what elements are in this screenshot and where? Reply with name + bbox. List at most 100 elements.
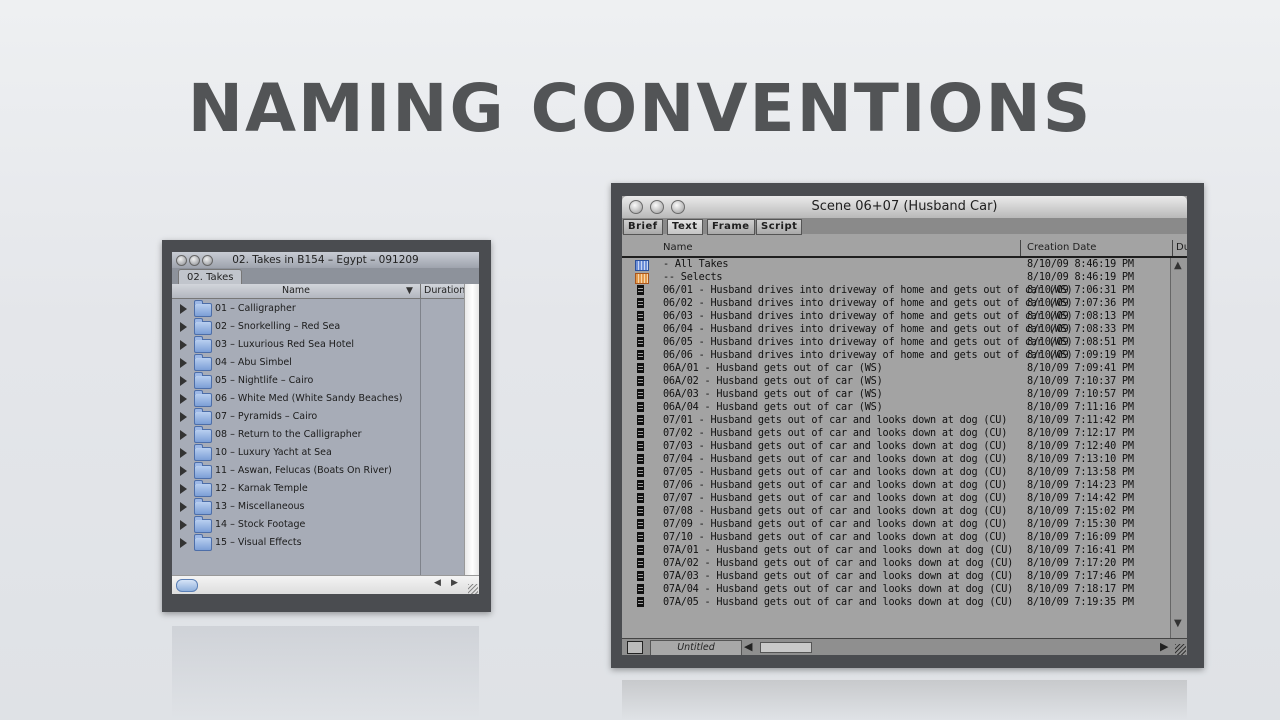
scene-window-titlebar[interactable]: Scene 06+07 (Husband Car) <box>622 196 1187 218</box>
table-row[interactable]: 07/08 - Husband gets out of car and look… <box>622 505 1170 518</box>
bin-list-item[interactable]: 15 – Visual Effects <box>172 534 420 552</box>
bin-list-item[interactable]: 14 – Stock Footage <box>172 516 420 534</box>
disclosure-triangle-icon[interactable] <box>180 358 187 368</box>
table-row[interactable]: 06/04 - Husband drives into driveway of … <box>622 323 1170 336</box>
tab-takes[interactable]: 02. Takes <box>178 269 243 285</box>
disclosure-triangle-icon[interactable] <box>180 520 187 530</box>
minimize-button[interactable] <box>650 200 664 214</box>
bin-list-item[interactable]: 12 – Karnak Temple <box>172 480 420 498</box>
clip-creation-date: 8/10/09 7:12:17 PM <box>1027 428 1134 439</box>
table-row[interactable]: 07/01 - Husband gets out of car and look… <box>622 414 1170 427</box>
disclosure-triangle-icon[interactable] <box>180 502 187 512</box>
tab-brief[interactable]: Brief <box>623 219 663 235</box>
disclosure-triangle-icon[interactable] <box>180 412 187 422</box>
table-row[interactable]: 06/01 - Husband drives into driveway of … <box>622 284 1170 297</box>
column-divider[interactable] <box>1020 240 1021 256</box>
table-row[interactable]: - All Takes 8/10/09 8:46:19 PM <box>622 258 1170 271</box>
disclosure-triangle-icon[interactable] <box>180 394 187 404</box>
column-header-name[interactable]: Name <box>172 284 421 298</box>
bin-list-item[interactable]: 03 – Luxurious Red Sea Hotel <box>172 336 420 354</box>
bin-item-label: 10 – Luxury Yacht at Sea <box>215 447 332 458</box>
table-row[interactable]: 06/03 - Husband drives into driveway of … <box>622 310 1170 323</box>
scroll-right-arrow-icon[interactable]: ▶ <box>451 578 458 588</box>
disclosure-triangle-icon[interactable] <box>180 484 187 494</box>
clip-icon <box>637 506 644 516</box>
scroll-down-arrow-icon[interactable]: ▼ <box>1174 618 1182 629</box>
column-divider[interactable] <box>1172 240 1173 256</box>
scroll-left-arrow-icon[interactable]: ◀ <box>434 578 441 588</box>
table-row[interactable]: 06A/04 - Husband gets out of car (WS) 8/1… <box>622 401 1170 414</box>
column-header-creation-date[interactable]: Creation Date <box>1027 240 1096 256</box>
resize-grip-icon[interactable] <box>1175 644 1186 655</box>
view-toggle-icon[interactable] <box>627 641 643 654</box>
bin-list-item[interactable]: 06 – White Med (White Sandy Beaches) <box>172 390 420 408</box>
table-row[interactable]: 07/10 - Husband gets out of car and look… <box>622 531 1170 544</box>
disclosure-triangle-icon[interactable] <box>180 430 187 440</box>
bin-window-titlebar[interactable]: 02. Takes in B154 – Egypt – 091209 <box>172 252 479 268</box>
vertical-scrollbar[interactable] <box>464 284 479 575</box>
bin-item-label: 14 – Stock Footage <box>215 519 306 530</box>
table-row[interactable]: 07/04 - Husband gets out of car and look… <box>622 453 1170 466</box>
column-header-name[interactable]: Name <box>663 240 693 256</box>
table-row[interactable]: 06A/01 - Husband gets out of car (WS) 8/1… <box>622 362 1170 375</box>
disclosure-triangle-icon[interactable] <box>180 376 187 386</box>
table-row[interactable]: 07A/02 - Husband gets out of car and loo… <box>622 557 1170 570</box>
resize-grip-icon[interactable] <box>468 584 478 594</box>
close-button[interactable] <box>629 200 643 214</box>
bin-list-item[interactable]: 02 – Snorkelling – Red Sea <box>172 318 420 336</box>
table-row[interactable]: 06/06 - Husband drives into driveway of … <box>622 349 1170 362</box>
table-row[interactable]: 07/09 - Husband gets out of car and look… <box>622 518 1170 531</box>
table-row[interactable]: 07A/04 - Husband gets out of car and loo… <box>622 583 1170 596</box>
table-row[interactable]: 07/07 - Husband gets out of car and look… <box>622 492 1170 505</box>
column-header-duration[interactable]: Du <box>1176 240 1187 256</box>
table-row[interactable]: 06/05 - Husband drives into driveway of … <box>622 336 1170 349</box>
table-row[interactable]: 07A/05 - Husband gets out of car and loo… <box>622 596 1170 609</box>
bin-list-item[interactable]: 07 – Pyramids – Cairo <box>172 408 420 426</box>
horizontal-scrollbar[interactable]: ◀ ▶ <box>172 575 479 594</box>
bin-list-item[interactable]: 10 – Luxury Yacht at Sea <box>172 444 420 462</box>
clip-name: 07/10 - Husband gets out of car and look… <box>663 532 1008 543</box>
column-header-duration[interactable]: Duration <box>424 284 465 298</box>
horizontal-scroll-thumb[interactable] <box>760 642 812 653</box>
disclosure-triangle-icon[interactable] <box>180 466 187 476</box>
table-row[interactable]: 07/06 - Husband gets out of car and look… <box>622 479 1170 492</box>
scroll-right-arrow-icon[interactable]: ▶ <box>1160 640 1168 653</box>
status-label[interactable]: Untitled <box>650 640 742 655</box>
table-row[interactable]: 07A/03 - Husband gets out of car and loo… <box>622 570 1170 583</box>
tab-script[interactable]: Script <box>756 219 803 235</box>
disclosure-triangle-icon[interactable] <box>180 538 187 548</box>
folder-icon <box>194 444 212 461</box>
disclosure-triangle-icon[interactable] <box>180 304 187 314</box>
table-row[interactable]: 07/02 - Husband gets out of car and look… <box>622 427 1170 440</box>
table-row[interactable]: 07A/01 - Husband gets out of car and loo… <box>622 544 1170 557</box>
bin-item-label: 06 – White Med (White Sandy Beaches) <box>215 393 403 404</box>
disclosure-triangle-icon[interactable] <box>180 340 187 350</box>
disclosure-triangle-icon[interactable] <box>180 322 187 332</box>
scroll-thumb[interactable] <box>176 579 198 592</box>
clip-icon <box>637 493 644 503</box>
close-button[interactable] <box>176 255 187 266</box>
scroll-left-arrow-icon[interactable]: ◀ <box>744 640 752 653</box>
table-row[interactable]: 07/05 - Husband gets out of car and look… <box>622 466 1170 479</box>
table-row[interactable]: 06A/02 - Husband gets out of car (WS) 8/1… <box>622 375 1170 388</box>
scroll-up-arrow-icon[interactable]: ▲ <box>1174 260 1182 271</box>
minimize-button[interactable] <box>189 255 200 266</box>
vertical-scrollbar[interactable]: ▲ ▼ <box>1170 258 1187 648</box>
zoom-button[interactable] <box>202 255 213 266</box>
bin-list-item[interactable]: 04 – Abu Simbel <box>172 354 420 372</box>
disclosure-triangle-icon[interactable] <box>180 448 187 458</box>
bin-list-item[interactable]: 11 – Aswan, Felucas (Boats On River) <box>172 462 420 480</box>
tab-text[interactable]: Text <box>667 219 703 235</box>
window-reflection <box>172 626 479 720</box>
table-row[interactable]: 06/02 - Husband drives into driveway of … <box>622 297 1170 310</box>
table-row[interactable]: -- Selects 8/10/09 8:46:19 PM <box>622 271 1170 284</box>
table-row[interactable]: 07/03 - Husband gets out of car and look… <box>622 440 1170 453</box>
bin-list-item[interactable]: 13 – Miscellaneous <box>172 498 420 516</box>
bin-list-item[interactable]: 08 – Return to the Calligrapher <box>172 426 420 444</box>
bin-list-item[interactable]: 05 – Nightlife – Cairo <box>172 372 420 390</box>
tab-frame[interactable]: Frame <box>707 219 755 235</box>
sort-descending-icon[interactable]: ▼ <box>406 284 413 298</box>
table-row[interactable]: 06A/03 - Husband gets out of car (WS) 8/1… <box>622 388 1170 401</box>
bin-list-item[interactable]: 01 – Calligrapher <box>172 300 420 318</box>
zoom-button[interactable] <box>671 200 685 214</box>
